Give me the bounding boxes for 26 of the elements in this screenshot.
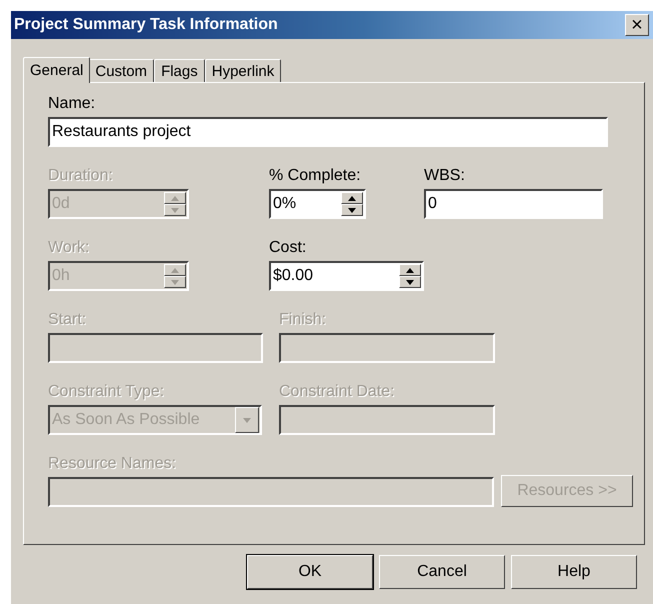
text-field[interactable]: 0 bbox=[424, 189, 603, 219]
down-arrow-icon bbox=[406, 280, 414, 284]
down-arrow-icon bbox=[243, 418, 251, 422]
field-label: % Complete: bbox=[269, 167, 362, 185]
dialog-button[interactable]: OK bbox=[247, 555, 373, 589]
tab[interactable]: Custom bbox=[88, 59, 154, 82]
dialog-button[interactable]: Cancel bbox=[379, 555, 505, 589]
window-title: Project Summary Task Information bbox=[14, 16, 278, 34]
field-label: Name: bbox=[48, 95, 96, 113]
up-arrow-icon bbox=[348, 196, 356, 200]
down-arrow-icon bbox=[171, 208, 179, 212]
field-label: Cost: bbox=[269, 239, 308, 257]
spin-field[interactable]: 0% bbox=[269, 189, 366, 219]
tab[interactable]: Hyperlink bbox=[204, 59, 282, 82]
spin-field[interactable]: $0.00 bbox=[269, 261, 424, 291]
close-button[interactable]: × bbox=[625, 14, 649, 36]
text-field[interactable]: Restaurants project bbox=[48, 117, 608, 147]
down-arrow-icon bbox=[171, 280, 179, 284]
up-arrow-icon bbox=[406, 268, 414, 272]
up-arrow-icon bbox=[171, 268, 179, 272]
dialog-button[interactable]: Help bbox=[511, 555, 637, 589]
field-label: WBS: bbox=[424, 167, 466, 185]
up-arrow-icon bbox=[171, 196, 179, 200]
down-arrow-icon bbox=[348, 208, 356, 212]
tab[interactable]: Flags bbox=[154, 59, 205, 82]
tab[interactable]: General bbox=[23, 57, 90, 83]
